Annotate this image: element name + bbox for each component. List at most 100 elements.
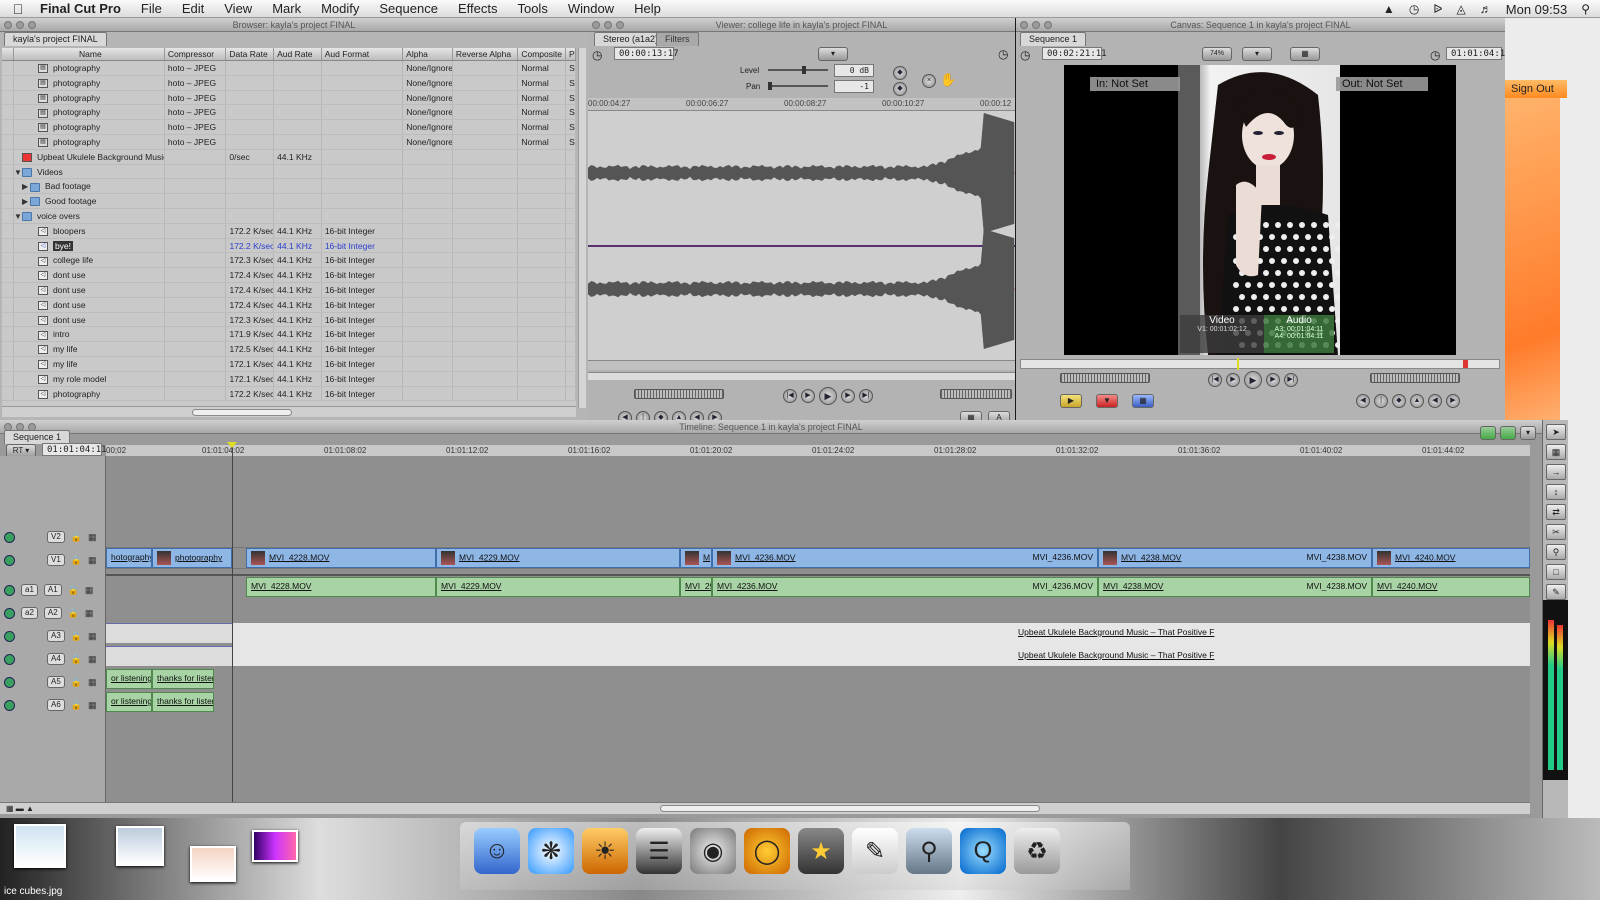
track-label-a1[interactable]: A1 — [43, 584, 62, 596]
source-label-a2[interactable]: a2 — [21, 607, 38, 619]
row-name-cell[interactable]: ▤ photography — [14, 134, 165, 149]
row-name-cell[interactable]: ▼ Videos — [14, 164, 165, 179]
track-visibility-toggle[interactable] — [4, 607, 15, 619]
lock-icon[interactable]: 🔒 — [68, 585, 79, 596]
menubar-clock[interactable]: Mon 09:53 — [1506, 2, 1567, 17]
viewer-timecode[interactable]: 00:00:13:17 — [614, 47, 679, 60]
row-name-cell[interactable]: Upbeat Ukulele Background Music – — [14, 149, 165, 164]
minimize-window-icon[interactable] — [16, 21, 24, 29]
track-label-a2[interactable]: A2 — [43, 607, 62, 619]
minimize-window-icon[interactable] — [604, 21, 612, 29]
desktop-file-image[interactable] — [116, 826, 164, 866]
scroll-thumb[interactable] — [660, 805, 1040, 812]
browser-row[interactable]: ▤ photography hoto – JPEG None/Ignore Normal… — [2, 75, 576, 91]
browser-row[interactable]: ◁ my role model 172.1 K/sec 44.1 KHz 16-bit … — [2, 371, 576, 387]
source-label-a1[interactable]: a1 — [21, 584, 38, 596]
pen-tool-icon[interactable]: ✎ — [1546, 584, 1566, 600]
canvas-shuttle-control[interactable] — [1060, 373, 1150, 383]
preview-icon[interactable]: ⚲ — [906, 828, 952, 874]
auto-select-icon[interactable]: ▦ — [88, 700, 97, 711]
music-clip-a4[interactable]: Upbeat Ukulele Background Music – That P… — [1014, 647, 1294, 667]
desktop-file-label[interactable]: ice cubes.jpg — [4, 886, 62, 897]
lock-icon[interactable]: 🔒 — [71, 654, 82, 665]
browser-row[interactable]: Upbeat Ukulele Background Music – 0/sec 44… — [2, 149, 576, 165]
canvas-duration[interactable]: 00:02:21:11 — [1042, 47, 1107, 60]
crop-tool-icon[interactable]: □ — [1546, 564, 1566, 580]
zoom-window-icon[interactable] — [1044, 21, 1052, 29]
column-icon[interactable] — [2, 48, 14, 60]
row-name-cell[interactable]: ◁ bye! — [14, 238, 165, 253]
audio-clip[interactable]: MVI_4229.MOV — [436, 577, 680, 597]
scroll-thumb[interactable] — [192, 409, 292, 416]
spotlight-search-icon[interactable]: ⚲ — [1581, 2, 1590, 16]
browser-title-bar[interactable]: Browser: kayla's project FINAL — [0, 18, 588, 32]
browser-row[interactable]: ◁ dont use 172.4 K/sec 44.1 KHz 16-bit Integ… — [2, 297, 576, 313]
drag-hand-icon[interactable]: ✋ — [940, 72, 956, 88]
viewer-scrubber[interactable] — [588, 372, 1015, 380]
row-name-cell[interactable]: ▤ photography — [14, 75, 165, 90]
column-compressor[interactable]: Compressor — [165, 48, 227, 60]
audio-waveform[interactable] — [587, 110, 1015, 360]
go-to-out-button[interactable]: ▶| — [859, 389, 873, 403]
canvas-jog-control[interactable] — [1370, 373, 1460, 383]
close-window-icon[interactable] — [4, 21, 12, 29]
zoom-window-icon[interactable] — [28, 21, 36, 29]
disclosure-closed-icon[interactable]: ▶ — [22, 180, 30, 193]
column-aud-format[interactable]: Aud Format — [322, 48, 404, 60]
mark-clip-button[interactable]: | — [1374, 394, 1388, 408]
video-clip[interactable]: MVI_4240.MOV — [1372, 548, 1530, 568]
auto-select-icon[interactable]: ▦ — [88, 631, 97, 642]
track-label-v2[interactable]: V2 — [47, 531, 65, 543]
go-to-out-button[interactable]: ▶| — [1284, 373, 1298, 387]
overwrite-edit-button[interactable]: ▼ — [1096, 394, 1118, 408]
row-name-cell[interactable]: ◁ my life — [14, 342, 165, 356]
column-data-rate[interactable]: Data Rate — [226, 48, 275, 60]
menu-edit[interactable]: Edit — [172, 1, 214, 16]
go-to-in-button[interactable]: |◀ — [1208, 373, 1222, 387]
add-marker-button[interactable]: ▲ — [1410, 394, 1424, 408]
video-clip[interactable]: MVI_4238.MOV MVI_4238.MOV — [1098, 548, 1372, 568]
selection-tool-icon[interactable]: ➤ — [1546, 424, 1566, 440]
column-aud-rate[interactable]: Aud Rate — [274, 48, 322, 60]
zoom-window-icon[interactable] — [616, 21, 624, 29]
browser-row[interactable]: ◁ photography 172.2 K/sec 44.1 KHz 16-bit In… — [2, 386, 576, 402]
video-clip[interactable]: MVI_4236.MOV MVI_4236.MOV — [712, 548, 1098, 568]
voice-clip[interactable]: or listening — [106, 692, 152, 712]
timeline-title-bar[interactable]: Timeline: Sequence 1 in kayla's project … — [0, 420, 1542, 434]
browser-vertical-scrollbar[interactable] — [578, 48, 586, 408]
row-name-cell[interactable]: ◁ dont use — [14, 268, 165, 282]
timeline-timecode[interactable]: 01:01:04:11 — [42, 443, 107, 456]
browser-row[interactable]: ▼ voice overs — [2, 208, 576, 224]
browser-row[interactable]: ▤ photography hoto – JPEG None/Ignore Normal… — [2, 61, 576, 76]
browser-horizontal-scrollbar[interactable] — [2, 406, 576, 417]
column-alpha[interactable]: Alpha — [403, 48, 453, 60]
lock-icon[interactable]: 🔒 — [71, 555, 82, 566]
timeline-sequence-tab[interactable]: Sequence 1 — [4, 430, 71, 444]
play-button[interactable]: ▶ — [1244, 371, 1262, 389]
browser-row[interactable]: ▶ Good footage — [2, 194, 576, 209]
row-name-cell[interactable]: ◁ dont use — [14, 297, 165, 312]
browser-row[interactable]: ◁ intro 171.9 K/sec 44.1 KHz 16-bit Integer — [2, 327, 576, 343]
safari-icon[interactable]: ❋ — [528, 828, 574, 874]
match-frame-button[interactable]: ◀ — [1356, 394, 1370, 408]
final-cut-pro-icon[interactable]: ☰ — [636, 828, 682, 874]
tab-filters[interactable]: Filters — [656, 32, 699, 46]
browser-row[interactable]: ◁ my life 172.5 K/sec 44.1 KHz 16-bit Intege… — [2, 342, 576, 357]
add-keyframe-button[interactable]: ◆ — [1392, 394, 1406, 408]
row-name-cell[interactable]: ◁ dont use — [14, 312, 165, 327]
audio-clip[interactable]: MVI_4240.MOV — [1372, 577, 1530, 597]
dvd-player-icon[interactable]: ◉ — [690, 828, 736, 874]
auto-select-icon[interactable]: ▦ — [88, 654, 97, 665]
row-name-cell[interactable]: ▶ Bad footage — [14, 179, 165, 194]
close-window-icon[interactable] — [1020, 21, 1028, 29]
video-clip[interactable]: MVI_4229.MOV — [436, 548, 680, 568]
wifi-icon[interactable]: ◬ — [1457, 2, 1466, 16]
lock-icon[interactable]: 🔒 — [71, 677, 82, 688]
track-label-a4[interactable]: A4 — [47, 653, 65, 665]
razor-tool-icon[interactable]: ✂ — [1546, 524, 1566, 540]
browser-row[interactable]: ▤ photography hoto – JPEG None/Ignore Normal… — [2, 105, 576, 121]
menu-tools[interactable]: Tools — [507, 1, 557, 16]
view-options-button[interactable]: ▾ — [818, 47, 848, 61]
quicktime-icon[interactable]: Q — [960, 828, 1006, 874]
row-name-cell[interactable]: ▶ Good footage — [14, 194, 165, 208]
